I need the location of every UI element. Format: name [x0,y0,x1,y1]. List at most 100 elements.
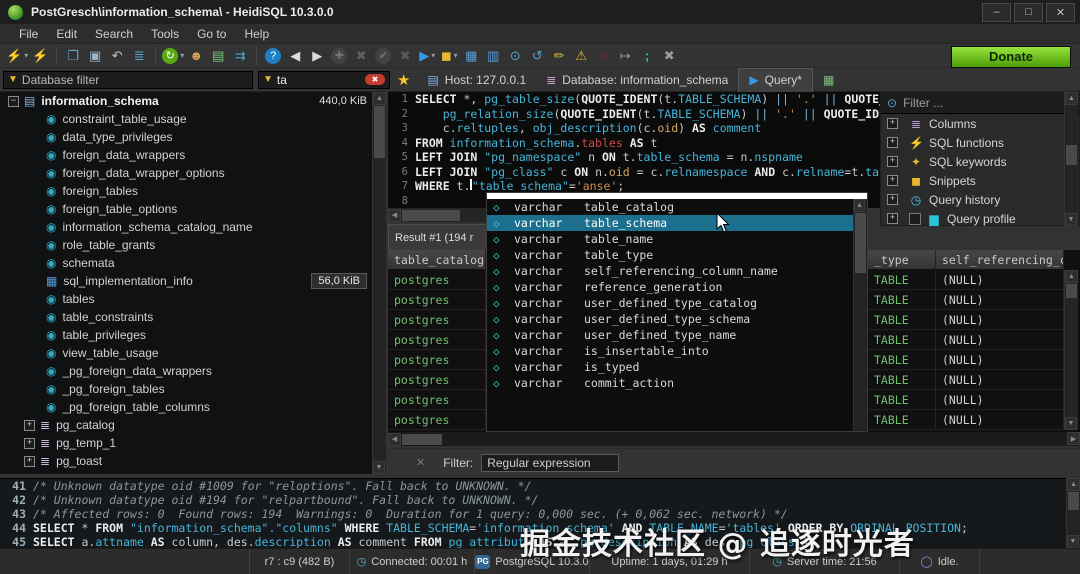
cell-value[interactable]: (NULL) [936,270,1064,290]
cell-value[interactable]: postgres [388,370,486,390]
help-icon[interactable]: ? [263,46,283,66]
tree-node-view[interactable]: ◉_pg_foreign_tables [0,380,385,398]
refresh-icon[interactable]: ↻▾ [162,46,184,66]
cell-value[interactable]: (NULL) [936,370,1064,390]
tree-node-view[interactable]: ◉foreign_data_wrappers [0,146,385,164]
cell-value[interactable]: TABLE [868,410,936,430]
tree-node-schema[interactable]: +≣pg_temp_1 [0,434,385,452]
cell-value[interactable]: postgres [388,350,486,370]
find-icon[interactable]: ⊙ [505,46,525,66]
clear-filter-icon[interactable]: ✕ [416,456,425,469]
undo-icon[interactable]: ↶ [107,46,127,66]
menu-item-edit[interactable]: Edit [47,27,86,41]
scroll-down-icon[interactable]: ▼ [1067,535,1079,548]
tree-scrollbar[interactable]: ▲ ▼ [372,92,386,474]
cell-value[interactable]: postgres [388,390,486,410]
autocomplete-item[interactable]: ◇varcharuser_defined_type_schema [487,311,867,327]
last-record-icon[interactable]: ▶ [307,46,327,66]
open-file-icon[interactable]: ◼▾ [439,46,459,66]
scroll-up-icon[interactable]: ▲ [1067,478,1080,491]
cell-value[interactable]: (NULL) [936,290,1064,310]
donate-button[interactable]: Donate [951,46,1071,68]
library-item-snippets[interactable]: +◼Snippets [881,171,1079,190]
tree-node-view[interactable]: ◉role_table_grants [0,236,385,254]
tree-node-view[interactable]: ◉table_privileges [0,326,385,344]
menu-item-tools[interactable]: Tools [142,27,188,41]
tree-node-view[interactable]: ◉_pg_foreign_data_wrappers [0,362,385,380]
tab-database[interactable]: ≣ Database: information_schema [536,68,738,92]
scroll-up-icon[interactable]: ▲ [1065,270,1078,283]
table-row[interactable]: TABLE(NULL) [868,330,1080,350]
column-header[interactable]: self_referencing_col [936,250,1064,270]
grid-scrollbar[interactable]: ▲ ▼ [1064,270,1078,430]
semicolon-icon[interactable]: ; [637,46,657,66]
favorites-star-icon[interactable]: ★ [397,71,410,89]
scroll-left-icon[interactable]: ◀ [388,209,401,222]
session-manager-icon[interactable]: ≣ [129,46,149,66]
grid-hscrollbar[interactable]: ◀ [388,432,486,446]
cell-value[interactable]: postgres [388,270,486,290]
scroll-right-icon[interactable]: ▶ [1067,432,1080,445]
cell-value[interactable]: (NULL) [936,350,1064,370]
editor-line[interactable]: 3 c.reltuples, obj_description(c.oid) AS… [388,121,880,136]
tree-node-view[interactable]: ◉view_table_usage [0,344,385,362]
indent-icon[interactable]: ↦ [615,46,635,66]
cell-value[interactable]: (NULL) [936,410,1064,430]
autocomplete-item[interactable]: ◇varchartable_type [487,247,867,263]
table-row[interactable]: TABLE(NULL) [868,390,1080,410]
autocomplete-item[interactable]: ◇varchartable_schema [487,215,867,231]
close-button[interactable]: ✕ [1046,3,1075,22]
library-item-sql-keywords[interactable]: +✦SQL keywords [881,152,1079,171]
table-row[interactable]: postgres [388,350,486,370]
autocomplete-item[interactable]: ◇varcharis_insertable_into [487,343,867,359]
scroll-down-icon[interactable]: ▼ [1065,417,1077,430]
result-filter-input[interactable]: Regular expression [481,454,619,472]
expand-icon[interactable]: + [887,118,898,129]
tree-node-view[interactable]: ◉foreign_table_options [0,200,385,218]
save-icon[interactable]: ▦ [461,46,481,66]
table-row[interactable]: postgres [388,370,486,390]
table-row[interactable]: TABLE(NULL) [868,270,1080,290]
cell-value[interactable]: postgres [388,290,486,310]
minimize-button[interactable]: – [982,3,1011,22]
cell-value[interactable]: (NULL) [936,390,1064,410]
autocomplete-item[interactable]: ◇varcharis_typed [487,359,867,375]
menu-item-file[interactable]: File [10,27,47,41]
autocomplete-item[interactable]: ◇varchartable_name [487,231,867,247]
tree-node-schema[interactable]: +≣pg_catalog [0,416,385,434]
cell-value[interactable]: TABLE [868,370,936,390]
close-icon[interactable]: ✖ [659,46,679,66]
scroll-up-icon[interactable]: ▲ [1065,92,1078,105]
tree-node-view[interactable]: ◉table_constraints [0,308,385,326]
expand-icon[interactable]: + [887,156,898,167]
tree-node-schema[interactable]: +≣pg_toast [0,452,385,470]
cell-value[interactable]: (NULL) [936,330,1064,350]
log-scrollbar[interactable]: ▲ ▼ [1066,478,1080,548]
tab-host[interactable]: ▤ Host: 127.0.0.1 [417,68,536,92]
table-filter-input[interactable]: ▼ ta ✖ [258,71,390,89]
library-filter-input[interactable]: ⊙ Filter ... [881,93,1079,114]
cell-value[interactable]: TABLE [868,330,936,350]
column-header[interactable]: table_catalog [388,250,486,270]
dropdown-scrollbar[interactable]: ▲ [853,199,867,431]
copy-icon[interactable]: ❐ [63,46,83,66]
table-row[interactable]: postgres [388,390,486,410]
editor-line[interactable]: 4FROM information_schema.tables AS t [388,136,880,151]
tree-node-view[interactable]: ◉foreign_tables [0,182,385,200]
tree-node-view[interactable]: ◉foreign_data_wrapper_options [0,164,385,182]
autocomplete-item[interactable]: ◇varchartable_catalog [487,199,867,215]
table-row[interactable]: TABLE(NULL) [868,310,1080,330]
tree-node-view[interactable]: ◉data_type_privileges [0,128,385,146]
table-row[interactable]: TABLE(NULL) [868,370,1080,390]
autocomplete-item[interactable]: ◇varcharuser_defined_type_catalog [487,295,867,311]
user-manager-icon[interactable]: ☻ [186,46,206,66]
editor-line[interactable]: 5LEFT JOIN "pg_namespace" n ON t.table_s… [388,150,880,165]
export-icon[interactable]: ▥ [483,46,503,66]
table-row[interactable]: TABLE(NULL) [868,410,1080,430]
checkbox[interactable] [909,213,921,225]
autocomplete-item[interactable]: ◇varcharreference_generation [487,279,867,295]
connect-icon[interactable]: ⚡▾ [6,46,28,66]
expand-icon[interactable]: + [24,420,35,431]
maximize-button[interactable]: □ [1014,3,1043,22]
cell-value[interactable]: TABLE [868,270,936,290]
